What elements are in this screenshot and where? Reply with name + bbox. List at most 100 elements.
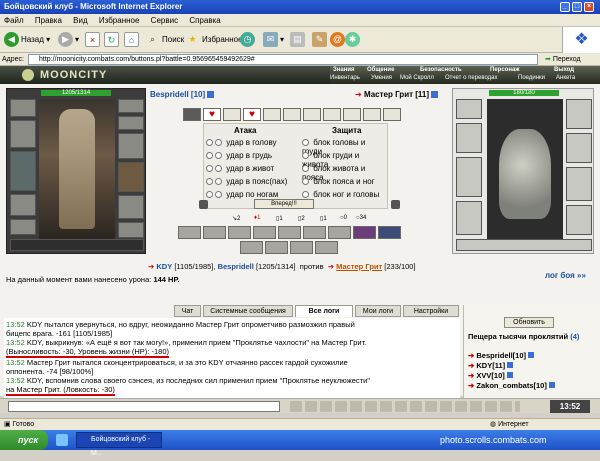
spell-slot[interactable] <box>203 226 226 239</box>
tab-system[interactable]: Системные сообщения <box>203 305 293 317</box>
defense-radio[interactable] <box>302 165 309 173</box>
spell-slot[interactable] <box>278 226 301 239</box>
attack-radio[interactable] <box>215 152 222 160</box>
menu-file[interactable]: Файл <box>4 16 24 25</box>
summary-player1[interactable]: KDY <box>156 262 172 271</box>
quick-slot-3[interactable] <box>223 108 241 121</box>
mail-button[interactable]: ✉ ▾ <box>263 31 284 49</box>
attack-option[interactable]: удар в пояс(пах) <box>206 177 287 186</box>
print-button[interactable]: ▤ <box>290 31 307 49</box>
nav-character[interactable]: Персонаж <box>490 67 520 73</box>
amulet-slot[interactable] <box>118 116 144 130</box>
refresh-button[interactable]: ↻ <box>104 31 121 49</box>
spell-slot[interactable] <box>315 241 338 254</box>
attack-radio[interactable] <box>215 191 222 199</box>
attack-radio[interactable] <box>215 165 222 173</box>
refresh-list-button[interactable]: Обновить <box>504 317 554 328</box>
nav-social[interactable]: Общение <box>367 67 394 73</box>
gloves-slot[interactable] <box>10 194 36 216</box>
tab-my-logs[interactable]: Мои логи <box>355 305 401 317</box>
helmet-slot[interactable] <box>10 99 36 117</box>
defense-radio[interactable] <box>302 139 309 147</box>
user-item[interactable]: ➔ Zakon_combats[10] <box>468 381 555 391</box>
menu-edit[interactable]: Правка <box>35 16 62 25</box>
nav-skills[interactable]: Умения <box>371 75 392 81</box>
menu-help[interactable]: Справка <box>189 16 220 25</box>
maximize-button[interactable]: □ <box>572 2 582 12</box>
menu-view[interactable]: Вид <box>73 16 87 25</box>
legs-slot[interactable] <box>118 195 144 219</box>
start-button[interactable]: пуск <box>0 430 48 450</box>
user-item[interactable]: ➔ Bespridell[10] <box>468 351 555 361</box>
attack-option[interactable]: удар по ногам <box>206 190 278 199</box>
boots-slot[interactable] <box>118 222 144 238</box>
quick-slot-11[interactable] <box>383 108 401 121</box>
minimize-button[interactable]: _ <box>560 2 570 12</box>
chat-tool-icons[interactable] <box>290 401 520 412</box>
earring-slot[interactable] <box>118 99 144 113</box>
taskbar-window-item[interactable]: Бойцовский клуб - M... <box>76 432 162 457</box>
info-icon[interactable] <box>207 91 215 99</box>
attack-radio[interactable] <box>215 178 222 186</box>
user-item[interactable]: ➔ XVV[10] <box>468 371 555 381</box>
spell-slot[interactable] <box>353 226 376 239</box>
quick-slot-5[interactable] <box>263 108 281 121</box>
user-item[interactable]: ➔ KDY[11] <box>468 361 555 371</box>
go-button[interactable]: ➡ Переход <box>545 53 581 66</box>
nav-security[interactable]: Безопасность <box>420 67 462 73</box>
back-button[interactable]: ◀ Назад ▾ <box>4 31 50 49</box>
spell-slot[interactable] <box>178 226 201 239</box>
shield-slot[interactable] <box>118 162 144 192</box>
address-input[interactable]: http://moonicity.combats.com/buttons.pl?… <box>28 54 538 65</box>
spell-slot[interactable] <box>228 226 251 239</box>
summary-player2[interactable]: Bespridell <box>218 262 254 271</box>
heart-icon[interactable]: ♥ <box>243 108 261 121</box>
spell-slot[interactable] <box>328 226 351 239</box>
spell-slot[interactable] <box>290 241 313 254</box>
armor-slot[interactable] <box>10 120 36 148</box>
nav-fights[interactable]: Поединки <box>518 75 545 81</box>
quick-slot-1[interactable] <box>183 108 201 121</box>
summary-enemy[interactable]: Мастер Грит <box>336 262 382 271</box>
attack-radio[interactable] <box>206 191 213 199</box>
attack-radio[interactable] <box>206 152 213 160</box>
attack-option[interactable]: удар в грудь <box>206 151 272 160</box>
quick-slot-6[interactable] <box>283 108 301 121</box>
search-button[interactable]: ⌕ Поиск <box>145 31 184 49</box>
spell-slot[interactable] <box>265 241 288 254</box>
defense-option[interactable]: блок ног и головы <box>302 190 379 199</box>
chat-input[interactable] <box>8 401 280 412</box>
history-button[interactable]: ◷ <box>240 31 257 49</box>
quick-slot-10[interactable] <box>363 108 381 121</box>
attack-radio[interactable] <box>215 139 222 147</box>
player-name[interactable]: Bespridell [10] <box>150 90 215 99</box>
belt-slot[interactable] <box>10 219 36 235</box>
attack-radio[interactable] <box>206 178 213 186</box>
spell-slot[interactable] <box>378 226 401 239</box>
nav-exit[interactable]: Выход <box>554 67 574 73</box>
forward-button[interactable]: ▶ ▾ <box>58 31 79 49</box>
nav-inventory[interactable]: Инвентарь <box>330 75 360 81</box>
menu-favorites[interactable]: Избранное <box>99 16 140 25</box>
stop-button[interactable]: × <box>85 31 102 49</box>
weapon-slot[interactable] <box>10 151 36 191</box>
heart-icon[interactable]: ♥ <box>203 108 221 121</box>
spell-slot[interactable] <box>303 226 326 239</box>
home-button[interactable]: ⌂ <box>124 31 141 49</box>
defense-option[interactable]: блок пояса и ног <box>302 177 375 186</box>
nav-scroll[interactable]: Мой Скролл <box>400 75 434 81</box>
attack-option[interactable]: удар в живот <box>206 164 274 173</box>
nav-transfers[interactable]: Отчет о переводах <box>445 75 498 81</box>
spell-slot[interactable] <box>253 226 276 239</box>
defense-radio[interactable] <box>302 178 309 186</box>
tab-settings[interactable]: Настройки <box>403 305 459 317</box>
attack-radio[interactable] <box>206 165 213 173</box>
tool-button[interactable]: ✱ <box>345 31 362 49</box>
info-icon[interactable] <box>431 91 439 99</box>
attack-radio[interactable] <box>206 139 213 147</box>
nav-knowledge[interactable]: Знания <box>333 67 355 73</box>
fight-button[interactable]: Вперед!!! <box>254 199 314 209</box>
tab-chat[interactable]: Чат <box>174 305 201 317</box>
tab-all-logs[interactable]: Все логи <box>295 305 353 317</box>
menu-tools[interactable]: Сервис <box>151 16 178 25</box>
